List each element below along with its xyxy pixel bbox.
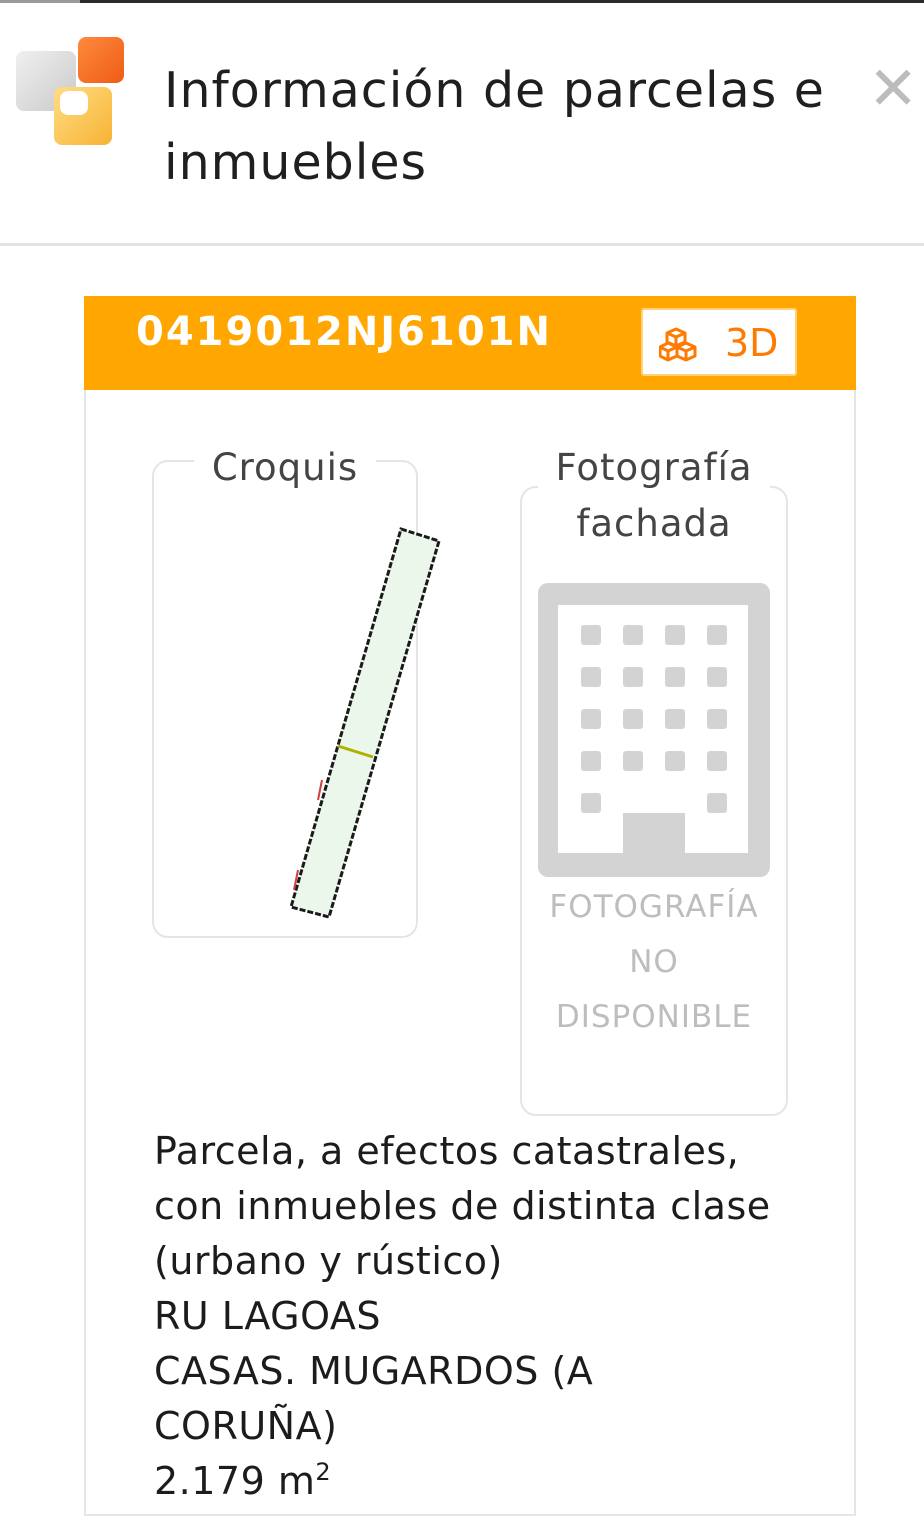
- header-divider: [0, 243, 924, 246]
- parcel-class-line: Parcela, a efectos catastrales,: [154, 1129, 740, 1173]
- sketch-title: Croquis: [194, 440, 376, 496]
- parcel-class-line: con inmuebles de distinta clase: [154, 1184, 771, 1228]
- parcel-description: Parcela, a efectos catastrales, con inmu…: [154, 1124, 794, 1509]
- parcel-card-header: 0419012NJ6101N 3D: [84, 296, 856, 390]
- facade-photo-title: Fotografía fachada: [538, 440, 770, 552]
- parcel-sketch[interactable]: [270, 510, 450, 930]
- cubes-icon: [659, 327, 697, 362]
- parcel-area: 2.179 m2: [154, 1458, 332, 1503]
- address-line: CASAS. MUGARDOS (A: [154, 1349, 594, 1393]
- close-icon[interactable]: ✕: [868, 59, 918, 119]
- parcel-class-line: (urbano y rústico): [154, 1239, 503, 1283]
- cadastral-reference[interactable]: 0419012NJ6101N: [136, 304, 552, 360]
- address-line: RU LAGOAS: [154, 1294, 381, 1338]
- view-3d-label: 3D: [725, 321, 779, 365]
- address-line: CORUÑA): [154, 1404, 338, 1448]
- dialog-title: Información de parcelas e inmuebles: [164, 62, 825, 191]
- photo-unavailable-text: FOTOGRAFÍA NO DISPONIBLE: [549, 889, 759, 1035]
- building-icon: [538, 583, 770, 877]
- dialog-header: Información de parcelas e inmuebles ✕: [0, 3, 924, 243]
- view-3d-button[interactable]: 3D: [641, 308, 797, 376]
- catastro-logo-icon: [16, 37, 128, 149]
